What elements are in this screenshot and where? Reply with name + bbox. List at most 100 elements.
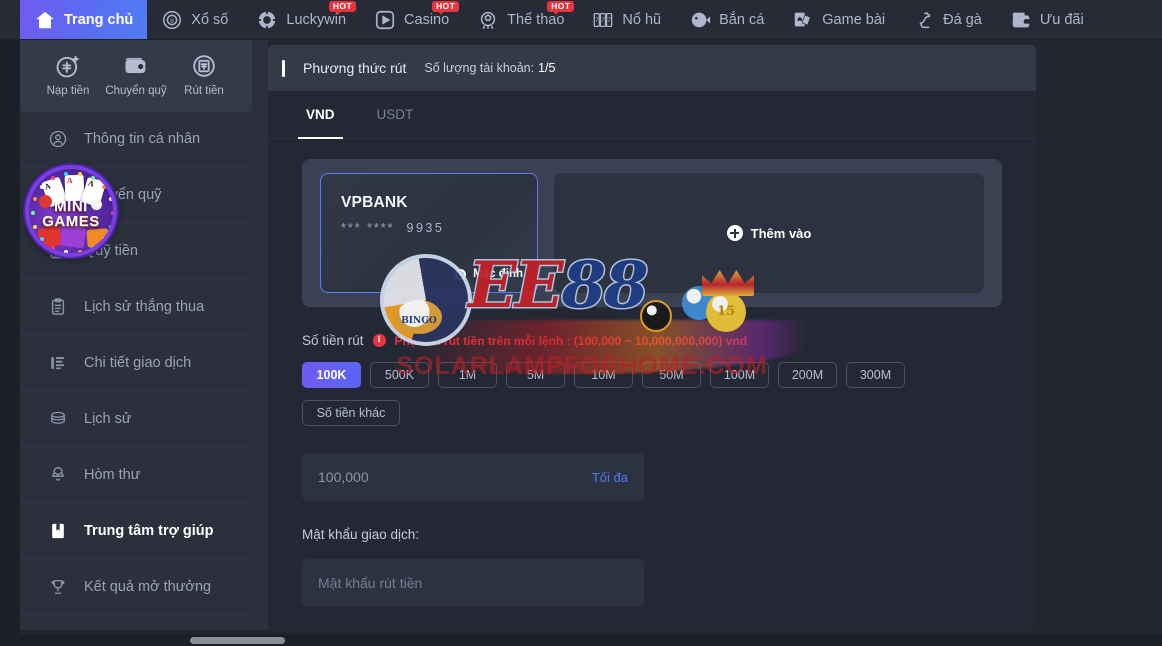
sidebar-item-label: Kết quả mở thưởng: [84, 578, 212, 595]
quick-action-label: Chuyển quỹ: [105, 85, 167, 97]
bank-account-last4: 9935: [406, 221, 445, 235]
nav-item-luckywin[interactable]: Luckywin HOT: [242, 0, 360, 39]
mini-games-light-dot: [108, 197, 113, 202]
account-sidebar: Nạp tiền Chuyển quỹ Rút tiền Thông tin cá …: [20, 40, 252, 630]
sidebar-item-label: Lịch sử thắng thua: [84, 298, 205, 315]
sidebar-item-hòm-thư[interactable]: Hòm thư: [20, 447, 252, 503]
nav-item-game-bài[interactable]: Game bài: [778, 0, 899, 39]
home-icon: [34, 9, 56, 31]
nav-item-đá-gà[interactable]: Đá gà: [899, 0, 996, 39]
fish-icon: [689, 9, 711, 31]
sidebar-item-label: Lịch sử: [84, 410, 132, 427]
nav-item-label: Xổ số: [191, 11, 229, 28]
mini-games-light-dot: [101, 185, 106, 190]
sidebar-item-lịch-sử-thắng-thua[interactable]: Lịch sử thắng thua: [20, 279, 252, 335]
quick-action-label: Nạp tiền: [46, 85, 90, 97]
amount-preset-chips: 100K 500K 1M 5M 10M 50M 100M 200M 300M Số tiền kh…: [302, 362, 942, 426]
rooster-icon: [913, 9, 935, 31]
bars-list-icon: [48, 353, 68, 373]
sidebar-item-label: Hòm thư: [84, 466, 141, 483]
mini-games-light-dot: [64, 171, 69, 176]
mini-games-light-dot: [51, 245, 55, 250]
mini-games-label: MINI GAMES: [29, 199, 113, 229]
quick-action-withdraw-atm[interactable]: Rút tiền: [173, 52, 235, 97]
top-navigation-bar: Trang chủ 8 Xổ số Luckywin HOT Casino HOT Thể t…: [0, 0, 1162, 40]
tab-vnd[interactable]: VND: [290, 91, 351, 139]
sidebar-item-label: Trung tâm trợ giúp: [84, 522, 214, 539]
clipboard-icon: [48, 297, 68, 317]
slot-777-icon: 777: [592, 9, 614, 31]
amount-chip-100k[interactable]: 100K: [302, 362, 361, 388]
account-count-label: Số lượng tài khoản:: [424, 61, 535, 75]
mini-games-line-1: MINI: [54, 198, 88, 215]
withdraw-amount-label: Số tiền rút: [302, 333, 364, 348]
sidebar-item-kết-quả-mở-thưởng[interactable]: Kết quả mở thưởng: [20, 559, 252, 615]
nav-item-trang-chủ[interactable]: Trang chủ: [20, 0, 148, 39]
sidebar-right-gutter: [252, 40, 268, 630]
wallet-transfer-icon: [122, 52, 150, 80]
coins-stack-icon: [48, 409, 68, 429]
svg-text:8: 8: [171, 17, 175, 24]
max-amount-button[interactable]: Tối đa: [592, 470, 628, 485]
sidebar-item-lịch-sử[interactable]: Lịch sử: [20, 391, 252, 447]
amount-chip-10m[interactable]: 10M: [574, 362, 633, 388]
horizontal-scrollbar[interactable]: [0, 634, 1162, 646]
sidebar-item-label: Thông tin cá nhân: [84, 131, 201, 147]
tab-usdt[interactable]: USDT: [361, 91, 430, 139]
account-count-value: 1/5: [538, 61, 556, 75]
amount-chip-100m[interactable]: 100M: [710, 362, 769, 388]
amount-chip-200m[interactable]: 200M: [778, 362, 837, 388]
amount-chip-500k[interactable]: 500K: [370, 362, 429, 388]
transaction-password-input[interactable]: Mật khẩu rút tiền: [302, 559, 644, 607]
sidebar-item-label: Chi tiết giao dịch: [84, 354, 192, 371]
panel-header: Phương thức rút Số lượng tài khoản: 1/5: [268, 45, 1036, 91]
bank-account-masked: *** ****: [341, 221, 395, 235]
horizontal-scrollbar-thumb[interactable]: [190, 637, 285, 644]
sidebar-item-trung-tâm-trợ-giúp[interactable]: Trung tâm trợ giúp: [20, 503, 252, 559]
amount-chip-5m[interactable]: 5M: [506, 362, 565, 388]
nav-item-label: Đá gà: [943, 11, 982, 28]
amount-chip-other[interactable]: Số tiền khác: [302, 400, 400, 426]
quick-action-deposit-coin[interactable]: Nạp tiền: [37, 52, 99, 97]
mini-games-light-dot: [91, 245, 95, 250]
svg-text:7: 7: [595, 16, 599, 23]
mini-games-light-dot: [101, 236, 106, 241]
sidebar-item-chi-tiết-giao-dịch[interactable]: Chi tiết giao dịch: [20, 335, 252, 391]
nav-item-label: Trang chủ: [64, 11, 134, 28]
quick-actions-panel: Nạp tiền Chuyển quỹ Rút tiền: [20, 40, 252, 111]
amount-chip-300m[interactable]: 300M: [846, 362, 905, 388]
nav-item-nổ-hũ[interactable]: 7 7 7 Nổ hũ: [578, 0, 675, 39]
mini-games-light-dot: [77, 171, 82, 176]
nav-item-xổ-số[interactable]: 8 Xổ số: [147, 0, 242, 39]
default-account-label: Mặc định: [473, 268, 523, 280]
bank-card-vpbank[interactable]: VPBANK *** **** 9935 Mặc định: [320, 173, 538, 293]
transaction-password-label: Mật khẩu giao dịch:: [302, 527, 420, 542]
nav-item-thể-thao[interactable]: Thể thao HOT: [463, 0, 578, 39]
nav-item-ưu-đãi[interactable]: Ưu đãi: [996, 0, 1098, 39]
page-title: Phương thức rút: [303, 60, 407, 76]
radio-selected-icon[interactable]: [455, 268, 467, 280]
mini-games-badge[interactable]: A A A MINI GAMES: [25, 165, 117, 257]
default-account-toggle[interactable]: Mặc định: [455, 268, 523, 280]
amount-chip-1m[interactable]: 1M: [438, 362, 497, 388]
add-bank-card-button[interactable]: Thêm vào: [554, 173, 984, 293]
bank-name: VPBANK: [341, 194, 408, 211]
lottery-ball-icon: 8: [161, 9, 183, 31]
nav-item-label: Ưu đãi: [1039, 11, 1084, 28]
nav-item-casino[interactable]: Casino HOT: [360, 0, 463, 39]
quick-action-wallet-transfer[interactable]: Chuyển quỹ: [105, 52, 167, 97]
svg-text:7: 7: [608, 16, 612, 23]
withdraw-amount-input[interactable]: 100,000 Tối đa: [302, 453, 644, 501]
nav-item-bắn-cá[interactable]: Bắn cá: [675, 0, 778, 39]
transaction-password-placeholder: Mật khẩu rút tiền: [318, 575, 423, 591]
withdraw-content-panel: Phương thức rút Số lượng tài khoản: 1/5 V…: [268, 45, 1036, 630]
gift-wallet-icon: [1010, 9, 1032, 31]
hot-badge: HOT: [432, 1, 460, 15]
bell-mail-icon: [48, 465, 68, 485]
bank-cards-container: VPBANK *** **** 9935 Mặc định Thêm vào: [302, 159, 1002, 307]
amount-chip-50m[interactable]: 50M: [642, 362, 701, 388]
playing-cards-icon: [792, 9, 814, 31]
sidebar-item-thông-tin-cá-nhân[interactable]: Thông tin cá nhân: [20, 111, 252, 167]
account-count: Số lượng tài khoản: 1/5: [424, 61, 555, 75]
plus-circle-icon: [726, 225, 743, 241]
